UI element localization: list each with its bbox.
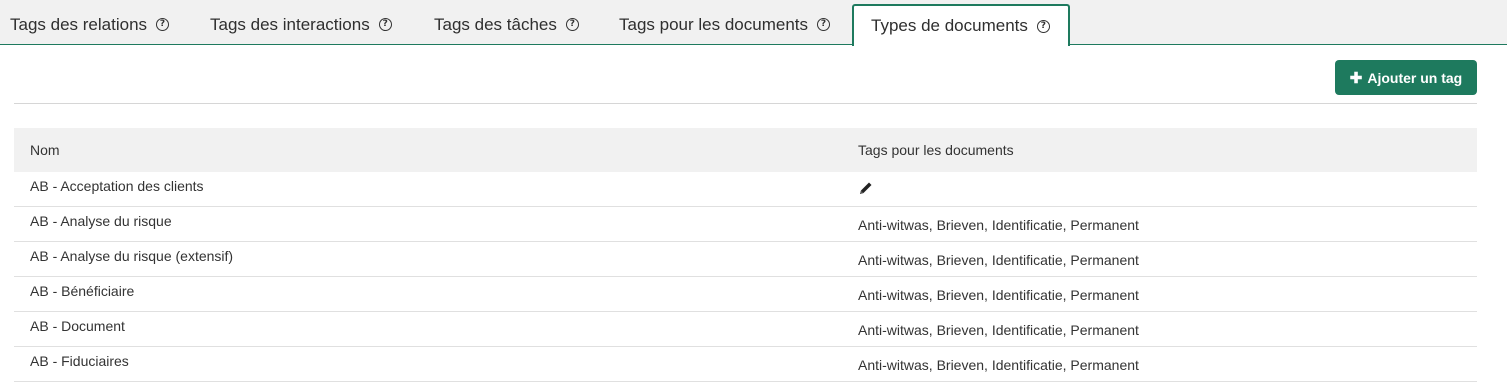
tab-label: Tags des interactions [210, 14, 370, 34]
divider [14, 103, 1477, 104]
tab-relation-tags[interactable]: Tags des relations ? [0, 4, 170, 45]
row-name: AB - Bénéficiaire [30, 283, 135, 299]
add-tag-button[interactable]: ✚ Ajouter un tag [1335, 60, 1477, 95]
column-header-tags[interactable]: Tags pour les documents [858, 142, 1014, 158]
help-icon[interactable]: ? [817, 18, 830, 31]
plus-icon: ✚ [1349, 69, 1363, 87]
row-tags: Anti-witwas, Brieven, Identificatie, Per… [858, 217, 1139, 233]
tab-label: Tags pour les documents [619, 14, 808, 34]
tab-bar: Tags des relations ? Tags des interactio… [0, 0, 1507, 46]
help-icon[interactable]: ? [565, 18, 579, 31]
table-row[interactable]: AB - Analyse du risque Anti-witwas, Brie… [14, 207, 1477, 242]
tab-label: Tags des relations [10, 14, 148, 34]
tab-document-tags[interactable]: Tags pour les documents ? [609, 4, 830, 45]
help-icon[interactable]: ? [378, 18, 392, 31]
row-tags: Anti-witwas, Brieven, Identificatie, Per… [858, 357, 1139, 373]
row-name: AB - Acceptation des clients [30, 178, 204, 194]
table-row[interactable]: AB - Bénéficiaire Anti-witwas, Brieven, … [14, 277, 1477, 312]
add-tag-label: Ajouter un tag [1367, 69, 1463, 86]
row-tags: Anti-witwas, Brieven, Identificatie, Per… [858, 252, 1139, 268]
table-row[interactable]: AB - Acceptation des clients [14, 172, 1477, 207]
row-name: AB - Document [30, 318, 125, 334]
row-name: AB - Analyse du risque [30, 213, 172, 229]
tab-task-tags[interactable]: Tags des tâches ? [424, 4, 579, 45]
help-icon[interactable]: ? [156, 18, 170, 31]
tab-interaction-tags[interactable]: Tags des interactions ? [200, 4, 392, 45]
column-header-name[interactable]: Nom [30, 142, 60, 158]
pencil-icon[interactable] [858, 180, 874, 199]
table-row[interactable]: AB - Analyse du risque (extensif) Anti-w… [14, 242, 1477, 277]
row-name: AB - Fiduciaires [30, 353, 129, 369]
tab-document-types[interactable]: Types de documents ? [852, 4, 1070, 46]
document-types-table: Nom Tags pour les documents AB - Accepta… [14, 128, 1477, 382]
row-name: AB - Analyse du risque (extensif) [30, 248, 234, 264]
row-tags: Anti-witwas, Brieven, Identificatie, Per… [858, 287, 1139, 303]
table-row[interactable]: AB - Document Anti-witwas, Brieven, Iden… [14, 312, 1477, 347]
row-tags: Anti-witwas, Brieven, Identificatie, Per… [858, 322, 1139, 338]
tab-label: Tags des tâches [434, 14, 557, 34]
help-icon[interactable]: ? [1036, 19, 1050, 33]
table-header: Nom Tags pour les documents [14, 128, 1477, 172]
tab-label: Types de documents [871, 16, 1028, 35]
